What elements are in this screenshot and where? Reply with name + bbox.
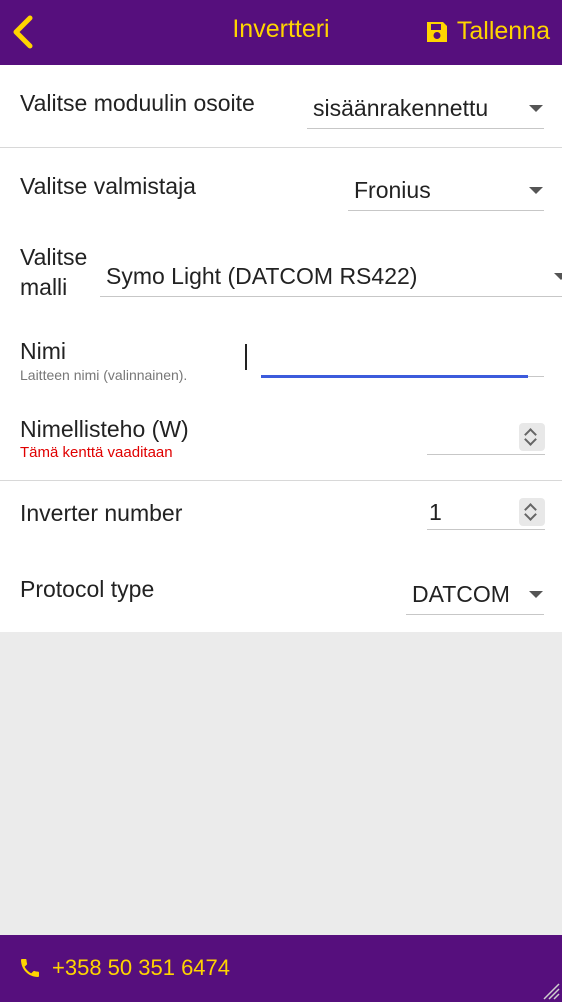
module-address-value: sisäänrakennettu [313,95,489,121]
manufacturer-value: Fronius [354,177,431,203]
model-label-line1: Valitse [20,244,88,270]
inverter-number-value: 1 [429,499,442,525]
divider [0,480,562,481]
dropdown-arrow-icon [529,105,543,112]
name-input-underline [528,376,544,377]
app-footer: +358 50 351 6474 [0,935,562,1002]
save-button-label: Tallenna [456,17,550,45]
protocol-type-select[interactable]: DATCOM [406,575,544,615]
nominal-power-spinner[interactable] [519,423,545,451]
name-input-focus-line [261,375,528,378]
floppy-disk-icon [426,21,447,42]
dropdown-arrow-icon [529,591,543,598]
nominal-power-error: Tämä kenttä vaaditaan [20,444,173,461]
phone-link[interactable]: +358 50 351 6474 [18,955,230,981]
app-header: Invertteri Tallenna [0,0,562,65]
model-label-line2: malli [20,274,68,300]
divider [0,147,562,148]
inverter-number-input[interactable]: 1 [427,498,545,530]
name-hint: Laitteen nimi (valinnainen). [20,367,188,383]
protocol-type-label: Protocol type [20,576,155,602]
resize-grip-icon[interactable] [540,980,560,1000]
phone-number: +358 50 351 6474 [52,955,231,980]
protocol-type-value: DATCOM [412,581,510,607]
app-window: Invertteri Tallenna Valitse moduulin oso… [0,0,564,1002]
dropdown-arrow-icon [529,187,543,194]
save-button[interactable]: Tallenna [425,17,550,46]
text-cursor [245,344,247,370]
module-address-select[interactable]: sisäänrakennettu [307,89,544,129]
manufacturer-label: Valitse valmistaja [20,173,196,199]
nominal-power-label: Nimellisteho (W) [20,416,189,442]
inverter-form: Valitse moduulin osoite sisäänrakennettu… [0,65,564,632]
name-label: Nimi [20,338,66,364]
name-input[interactable] [250,343,540,373]
inverter-number-spinner[interactable] [519,498,545,526]
model-select[interactable]: Symo Light (DATCOM RS422) [100,257,564,297]
manufacturer-select[interactable]: Fronius [348,171,544,211]
module-address-label: Valitse moduulin osoite [20,90,255,116]
nominal-power-input[interactable] [427,423,545,455]
model-value: Symo Light (DATCOM RS422) [106,263,418,289]
inverter-number-label: Inverter number [20,500,183,526]
phone-icon [21,959,39,977]
